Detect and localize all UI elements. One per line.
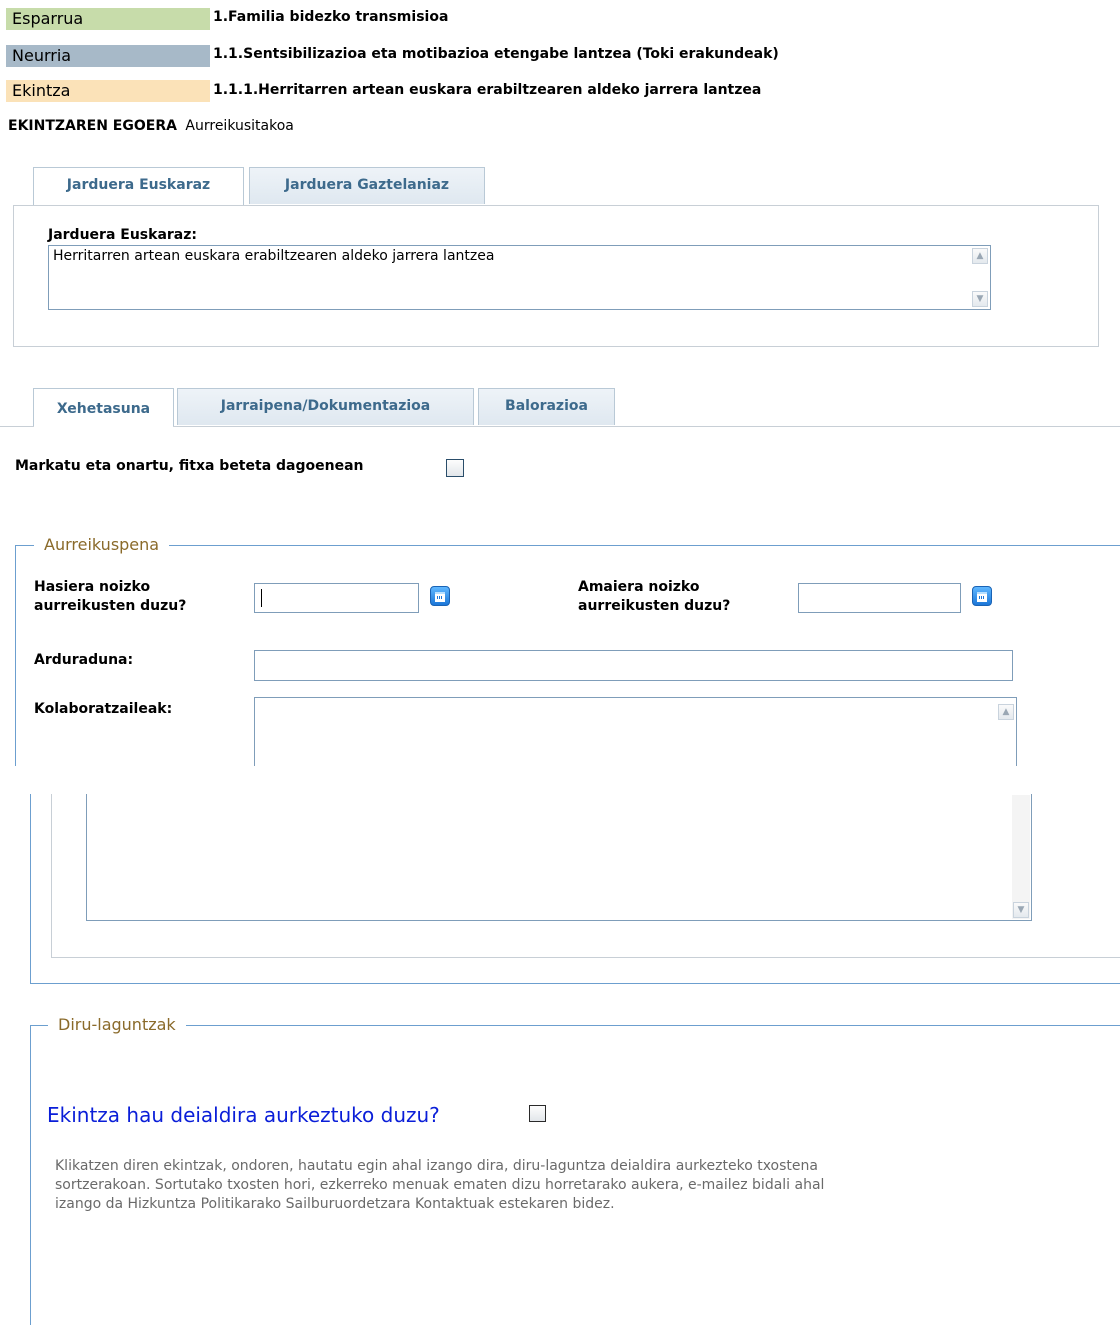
forecast-fieldset-bottom-border	[30, 983, 1120, 984]
scrollbar-track[interactable]	[1012, 795, 1030, 919]
text-caret	[261, 589, 262, 607]
subsidies-checkbox[interactable]	[529, 1105, 546, 1122]
scroll-up-icon[interactable]: ▲	[972, 248, 988, 264]
responsible-input[interactable]	[254, 650, 1013, 681]
neurria-label: Neurria	[6, 45, 210, 67]
approve-checkbox[interactable]	[446, 459, 464, 477]
screenshot-seam	[0, 766, 1120, 794]
scroll-down-icon[interactable]: ▼	[972, 291, 988, 307]
collaborators-textarea-bottom[interactable]: ▼	[86, 794, 1032, 921]
detail-panel-top-border-gap	[34, 426, 173, 427]
scroll-down-icon[interactable]: ▼	[1013, 902, 1029, 918]
tab-jarraipena-dokumentazioa[interactable]: Jarraipena/Dokumentazioa	[177, 388, 474, 425]
tab-jarduera-gaztelaniaz[interactable]: Jarduera Gaztelaniaz	[249, 167, 485, 204]
forecast-legend: Aurreikuspena	[34, 535, 170, 555]
subsidies-help-text: Klikatzen diren ekintzak, ondoren, hauta…	[55, 1158, 825, 1212]
forecast-fieldset-left-border	[30, 794, 31, 984]
start-date-label: Hasiera noizko aurreikusten duzu?	[34, 579, 187, 614]
esparrua-label: Esparrua	[6, 8, 210, 30]
approve-label: Markatu eta onartu, fitxa beteta dagoene…	[15, 458, 364, 474]
activity-textarea[interactable]: Herritarren artean euskara erabiltzearen…	[48, 245, 991, 310]
end-date-input[interactable]	[798, 583, 961, 613]
collaborators-label: Kolaboratzaileak:	[34, 701, 173, 717]
neurria-value: 1.1.Sentsibilizazioa eta motibazioa eten…	[213, 46, 779, 62]
start-date-input[interactable]	[254, 583, 419, 613]
tab-xehetasuna[interactable]: Xehetasuna	[33, 388, 174, 427]
collaborators-textarea-top[interactable]: ▲	[254, 697, 1017, 767]
status-row: EKINTZAREN EGOERA Aurreikusitakoa	[8, 117, 294, 135]
responsible-label: Arduraduna:	[34, 652, 134, 668]
esparrua-value: 1.Familia bidezko transmisioa	[213, 9, 449, 25]
status-value: Aurreikusitakoa	[185, 118, 294, 134]
activity-field-label: Jarduera Euskaraz:	[48, 227, 197, 243]
tab-jarduera-euskaraz[interactable]: Jarduera Euskaraz	[33, 167, 244, 206]
activity-textarea-value: Herritarren artean euskara erabiltzearen…	[53, 248, 495, 264]
end-date-label: Amaiera noizko aurreikusten duzu?	[578, 579, 731, 614]
subsidies-legend: Diru-laguntzak	[48, 1015, 186, 1035]
calendar-icon[interactable]	[430, 586, 450, 606]
ekintza-value: 1.1.1.Herritarren artean euskara erabilt…	[213, 82, 762, 98]
status-label: EKINTZAREN EGOERA	[8, 118, 177, 134]
calendar-icon[interactable]	[972, 586, 992, 606]
scroll-up-icon[interactable]: ▲	[998, 704, 1014, 720]
ekintza-label: Ekintza	[6, 80, 210, 102]
tab-balorazioa[interactable]: Balorazioa	[478, 388, 615, 425]
subsidies-question: Ekintza hau deialdira aurkeztuko duzu?	[47, 1103, 440, 1127]
